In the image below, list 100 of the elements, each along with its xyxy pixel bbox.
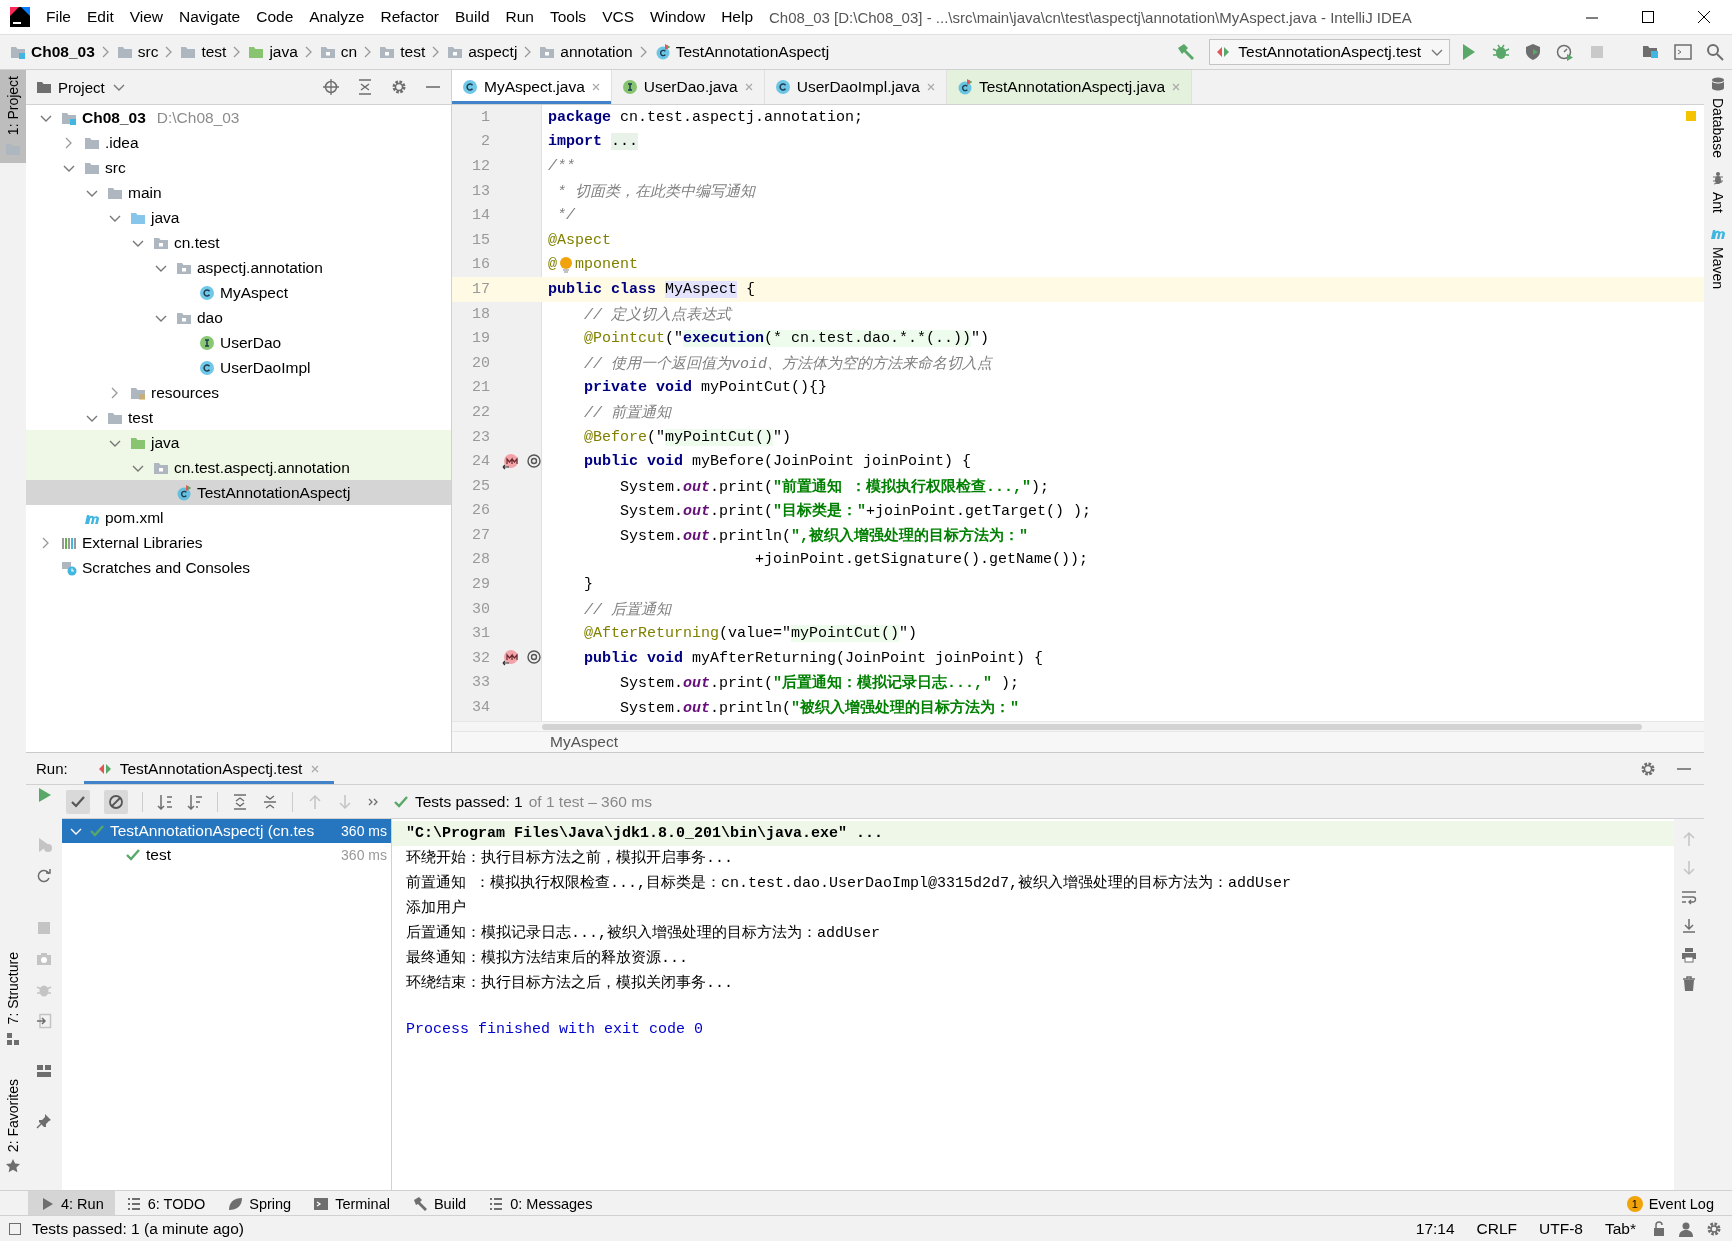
menu-item[interactable]: VCS [594, 8, 642, 26]
tool-window-button[interactable]: Spring [216, 1191, 303, 1215]
bug-icon[interactable] [1492, 43, 1510, 61]
tree-item[interactable]: UserDaoImpl [26, 355, 451, 380]
shield-icon[interactable] [1524, 43, 1542, 61]
sort-icon[interactable] [187, 793, 203, 810]
breadcrumb[interactable]: test [201, 43, 227, 61]
tree-item[interactable]: TestAnnotationAspectj [26, 480, 451, 505]
editor-tab[interactable]: TestAnnotationAspectj.java [946, 70, 1192, 104]
tool-window-button[interactable]: Terminal [302, 1191, 401, 1215]
collapse-all-icon[interactable] [357, 79, 373, 95]
cancel-icon[interactable] [108, 793, 124, 810]
tool-window-tab[interactable]: 7: Structure [0, 946, 26, 1053]
close-icon[interactable] [1697, 10, 1711, 24]
run-configuration-dropdown[interactable]: TestAnnotationAspectj.test [1209, 39, 1450, 65]
tool-window-button[interactable]: 4: Run [28, 1191, 115, 1215]
scroll-to-end-icon[interactable] [1681, 918, 1697, 934]
test-tree-item[interactable]: TestAnnotationAspectj (cn.tes 360 ms [62, 819, 391, 843]
wrap-icon[interactable] [1681, 889, 1697, 905]
tool-window-button[interactable]: 6: TODO [114, 1191, 217, 1215]
tree-item[interactable]: .idea [26, 130, 451, 155]
menu-item[interactable]: Build [447, 8, 498, 26]
editor-tab[interactable]: UserDao.java [611, 70, 765, 104]
editor-tab[interactable]: MyAspect.java [452, 70, 612, 104]
menu-item[interactable]: View [121, 8, 172, 26]
tool-window-tab[interactable]: Database [1704, 70, 1732, 164]
editor-tab[interactable]: UserDaoImpl.java [764, 70, 947, 104]
status-item[interactable]: 17:14 [1409, 1220, 1461, 1238]
panel-title[interactable]: Project [58, 78, 105, 96]
run-tab[interactable]: TestAnnotationAspectj.test [83, 753, 335, 784]
tree-item[interactable]: MyAspect [26, 280, 451, 305]
panel-toggle-icon[interactable] [8, 1222, 22, 1236]
window-icon[interactable] [1674, 43, 1692, 61]
tree-item[interactable]: Scratches and Consoles [26, 555, 451, 580]
tree-item[interactable]: cn.test.aspectj.annotation [26, 455, 451, 480]
target-icon[interactable] [323, 79, 339, 95]
gauge-icon[interactable] [1556, 43, 1574, 61]
menu-item[interactable]: Code [248, 8, 302, 26]
menu-item[interactable]: Navigate [171, 8, 249, 26]
breadcrumb[interactable]: Ch08_03 [31, 43, 95, 61]
menu-item[interactable]: File [38, 8, 79, 26]
tree-item[interactable]: UserDao [26, 330, 451, 355]
tree-item[interactable]: test [26, 405, 451, 430]
tree-item[interactable]: cn.test [26, 230, 451, 255]
tree-item[interactable]: dao [26, 305, 451, 330]
menu-item[interactable]: Run [497, 8, 542, 26]
scrollbar-thumb[interactable] [542, 724, 1642, 730]
tree-item[interactable]: resources [26, 380, 451, 405]
menu-item[interactable]: Refactor [372, 8, 448, 26]
expand-all-icon[interactable] [232, 793, 248, 810]
breadcrumb[interactable]: annotation [560, 43, 633, 61]
status-item[interactable]: UTF-8 [1533, 1220, 1589, 1238]
gear-icon[interactable] [1706, 1221, 1722, 1237]
menu-item[interactable]: Analyze [301, 8, 373, 26]
tree-item[interactable]: pom.xml [26, 505, 451, 530]
advice-icon[interactable] [502, 649, 520, 668]
tool-window-tab[interactable]: 2: Favorites [0, 1072, 26, 1180]
breadcrumb[interactable]: TestAnnotationAspectj [675, 43, 830, 61]
menu-item[interactable]: Edit [79, 8, 122, 26]
tree-item[interactable]: Ch08_03 D:\Ch08_03 [26, 105, 451, 130]
breadcrumb[interactable]: src [137, 43, 159, 61]
breadcrumb[interactable]: test [400, 43, 426, 61]
printer-icon[interactable] [1681, 947, 1697, 963]
hammer-icon[interactable] [1177, 43, 1196, 61]
breadcrumb[interactable]: java [269, 43, 298, 61]
menu-item[interactable]: Window [642, 8, 714, 26]
tree-item[interactable]: main [26, 180, 451, 205]
sort-icon[interactable] [157, 793, 173, 810]
tree-item[interactable]: src [26, 155, 451, 180]
run-icon[interactable] [36, 787, 52, 803]
tool-window-tab[interactable]: Maven [1704, 218, 1732, 295]
tree-item[interactable]: aspectj.annotation [26, 255, 451, 280]
import-icon[interactable] [36, 1013, 52, 1029]
tree-item[interactable]: java [26, 205, 451, 230]
collapse-all-icon[interactable] [262, 793, 278, 810]
layout-icon[interactable] [36, 1063, 52, 1079]
status-item[interactable]: CRLF [1470, 1220, 1524, 1238]
settings-icon[interactable] [1640, 760, 1656, 777]
tree-item[interactable]: External Libraries [26, 530, 451, 555]
tool-window-tab[interactable]: Ant [1704, 163, 1732, 219]
menu-item[interactable]: Tools [541, 8, 595, 26]
advice-icon[interactable] [502, 452, 520, 471]
tree-item[interactable]: java [26, 430, 451, 455]
menu-item[interactable]: Help [713, 8, 762, 26]
trash-icon[interactable] [1681, 976, 1697, 992]
tool-window-button[interactable]: 0: Messages [477, 1191, 604, 1215]
refresh-icon[interactable] [36, 868, 52, 884]
folder-icon[interactable] [1642, 43, 1660, 61]
event-log-button[interactable]: Event Log [1648, 1195, 1714, 1212]
search-icon[interactable] [1706, 43, 1724, 61]
status-item[interactable]: Tab* [1598, 1220, 1642, 1238]
lock-icon[interactable] [1652, 1221, 1666, 1237]
pin-icon[interactable] [36, 1113, 52, 1129]
settings-icon[interactable] [391, 79, 407, 95]
tool-window-button[interactable]: Build [400, 1191, 478, 1215]
breadcrumb[interactable]: aspectj [468, 43, 518, 61]
figure-icon[interactable] [1678, 1221, 1694, 1237]
breadcrumb[interactable]: cn [340, 43, 358, 61]
maximize-icon[interactable] [1641, 10, 1655, 24]
breadcrumb[interactable]: MyAspect [550, 733, 619, 751]
